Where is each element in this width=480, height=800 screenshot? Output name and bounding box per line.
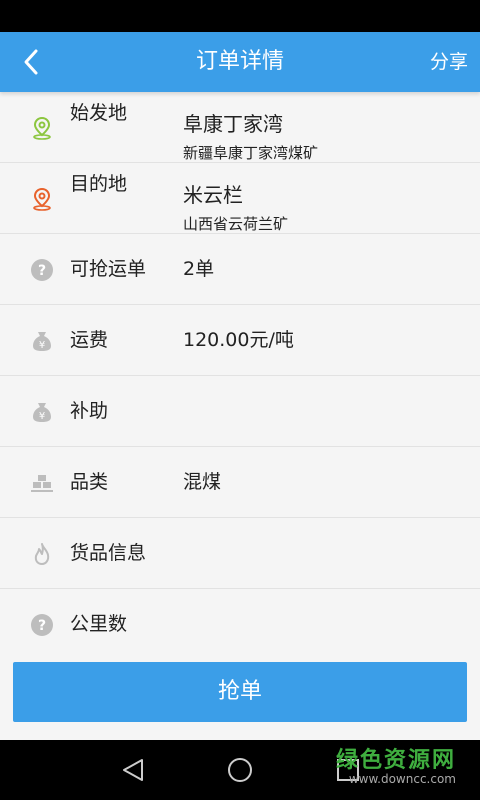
money-bag-icon: ¥ [33,332,51,351]
destination-detail: 山西省云荷兰矿 [183,215,289,233]
origin-label: 始发地 [70,102,128,124]
watermark-brand: 绿色资源网 [335,748,456,773]
question-circle-icon: ? [31,614,53,636]
destination-name: 米云栏 [183,183,243,207]
watermark: 绿色资源网 www.downcc.com [336,742,456,786]
bottom-divider [0,722,480,740]
nav-home-icon[interactable] [226,756,254,784]
available-orders-value: 2单 [183,258,215,280]
freight-value: 120.00元/吨 [183,329,294,351]
share-button[interactable]: 分享 [430,32,468,92]
category-row: 品类 混煤 [0,447,480,518]
available-orders-label: 可抢运单 [70,258,147,280]
watermark-url: www.downcc.com [348,772,456,786]
money-bag-icon: ¥ [33,403,51,422]
svg-text:¥: ¥ [39,340,45,351]
nav-back-icon[interactable] [120,756,148,784]
destination-label: 目的地 [70,173,128,195]
destination-row: 目的地 米云栏 山西省云荷兰矿 [0,163,480,234]
flame-icon [34,543,50,565]
order-detail-list: 始发地 阜康丁家湾 新疆阜康丁家湾煤矿 目的地 米云栏 山西省云荷兰矿 ? 可抢… [0,92,480,659]
grab-order-button[interactable]: 抢单 [13,662,467,722]
freight-row: ¥ 运费 120.00元/吨 [0,305,480,376]
distance-label: 公里数 [70,613,128,635]
svg-text:?: ? [38,263,46,279]
svg-text:?: ? [38,618,46,634]
category-label: 品类 [70,471,109,493]
distance-row: ? 公里数 [0,589,480,659]
goods-info-row[interactable]: 货品信息 [0,518,480,589]
category-value: 混煤 [183,471,222,493]
goods-info-label: 货品信息 [70,542,147,564]
origin-detail: 新疆阜康丁家湾煤矿 [183,144,319,162]
origin-name: 阜康丁家湾 [183,112,283,136]
subsidy-label: 补助 [70,400,109,422]
available-orders-row: ? 可抢运单 2单 [0,234,480,305]
stack-icon [31,475,53,492]
svg-text:¥: ¥ [39,411,45,422]
status-bar [0,0,480,32]
question-circle-icon: ? [31,259,53,281]
location-pin-icon [33,187,51,211]
subsidy-row: ¥ 补助 [0,376,480,447]
freight-label: 运费 [70,329,109,351]
location-pin-icon [33,116,51,140]
